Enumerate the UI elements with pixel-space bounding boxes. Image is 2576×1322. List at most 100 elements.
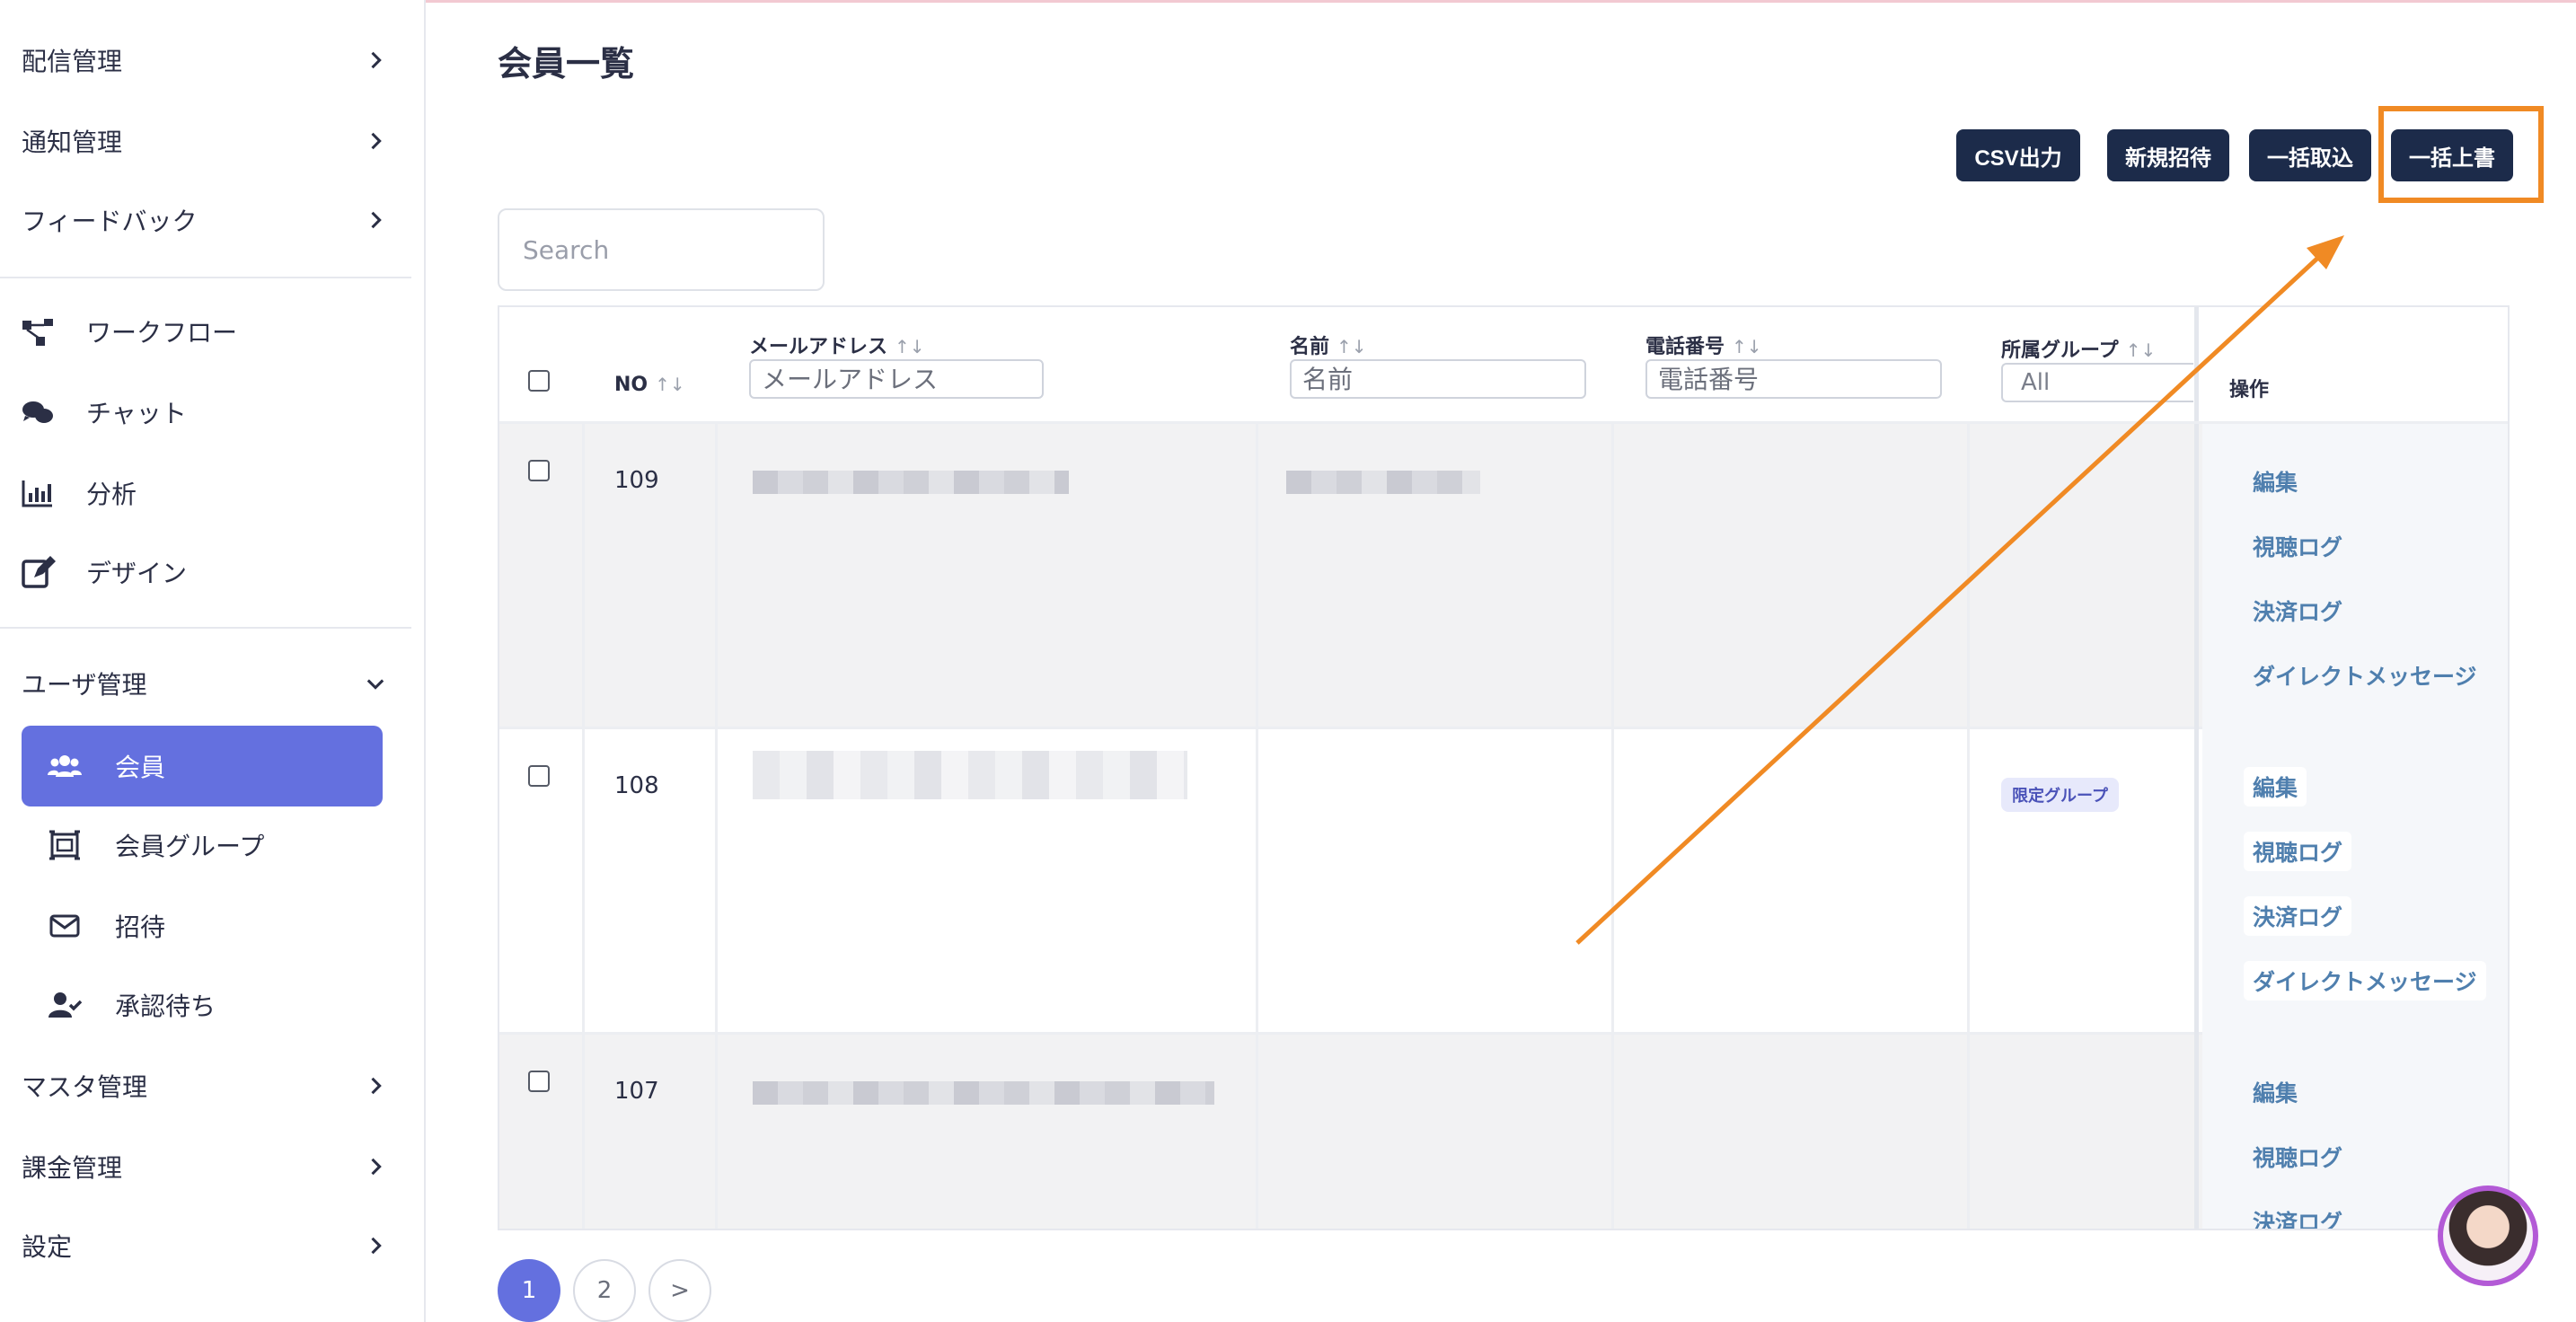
select-all-checkbox[interactable] bbox=[528, 370, 550, 392]
name-redacted bbox=[1286, 471, 1480, 494]
table-header: NO↑↓ メールアドレス↑↓ 名前↑↓ 電話番号↑↓ 所属グループ↑↓ All … bbox=[499, 307, 2508, 424]
highlight-box bbox=[2378, 106, 2544, 203]
sidebar-item-master[interactable]: マスタ管理 bbox=[0, 1047, 426, 1124]
sort-arrows-icon[interactable]: ↑↓ bbox=[1732, 336, 1762, 357]
sidebar-item-label: フィードバック bbox=[22, 207, 198, 236]
pagination-page-1[interactable]: 1 bbox=[498, 1259, 560, 1322]
row-no: 107 bbox=[614, 1078, 659, 1105]
sidebar-item-label: 配信管理 bbox=[22, 47, 123, 76]
column-divider bbox=[715, 307, 718, 1229]
sidebar-divider bbox=[0, 277, 411, 278]
sidebar-item-workflow[interactable]: ワークフロー bbox=[0, 293, 426, 370]
row-checkbox[interactable] bbox=[528, 765, 550, 787]
view-log-link[interactable]: 視聴ログ bbox=[2244, 1137, 2351, 1177]
sidebar-item-invite[interactable]: 招待 bbox=[0, 887, 426, 965]
new-invite-button[interactable]: 新規招待 bbox=[2107, 129, 2229, 181]
column-header-phone[interactable]: 電話番号 ↑↓ bbox=[1645, 330, 1762, 359]
sidebar-item-notification[interactable]: 通知管理 bbox=[0, 102, 426, 180]
payment-log-link[interactable]: 決済ログ bbox=[2244, 896, 2352, 936]
sidebar-item-label: 承認待ち bbox=[115, 992, 216, 1021]
chevron-down-icon bbox=[366, 679, 384, 690]
actions-header-cell bbox=[2202, 307, 2508, 421]
sidebar: 配信管理 通知管理 フィードバック ワークフロー チャット 分析 デザイン ユー… bbox=[0, 0, 426, 1322]
sidebar-item-member-groups[interactable]: 会員グループ bbox=[0, 806, 426, 884]
phone-filter-input[interactable] bbox=[1645, 359, 1942, 399]
edit-link[interactable]: 編集 bbox=[2244, 462, 2307, 501]
sort-arrows-icon[interactable]: ↑↓ bbox=[1337, 336, 1367, 357]
column-header-no[interactable]: NO ↑↓ bbox=[614, 374, 685, 396]
users-icon bbox=[48, 755, 82, 777]
sidebar-item-members[interactable]: 会員 bbox=[0, 727, 426, 805]
sticky-column-divider bbox=[2194, 307, 2199, 1229]
chat-icon bbox=[22, 401, 53, 423]
edit-link[interactable]: 編集 bbox=[2244, 767, 2307, 806]
chart-icon bbox=[22, 480, 52, 507]
bulk-import-button[interactable]: 一括取込 bbox=[2249, 129, 2371, 181]
csv-export-button[interactable]: CSV出力 bbox=[1956, 129, 2080, 181]
envelope-icon bbox=[49, 914, 80, 938]
row-checkbox[interactable] bbox=[528, 460, 550, 481]
pagination-page-2[interactable]: 2 bbox=[573, 1259, 636, 1322]
search-input[interactable] bbox=[498, 208, 825, 291]
sidebar-item-label: 会員 bbox=[115, 753, 166, 782]
sticky-column-divider bbox=[2194, 307, 2199, 421]
payment-log-link[interactable]: 決済ログ bbox=[2244, 591, 2351, 630]
sidebar-item-user-management[interactable]: ユーザ管理 bbox=[0, 645, 426, 722]
sort-arrows-icon[interactable]: ↑↓ bbox=[895, 336, 925, 357]
chevron-right-icon bbox=[371, 1158, 382, 1176]
user-check-icon bbox=[49, 992, 83, 1018]
column-header-email[interactable]: メールアドレス ↑↓ bbox=[749, 330, 925, 359]
sidebar-item-feedback[interactable]: フィードバック bbox=[0, 181, 426, 259]
payment-log-link[interactable]: 決済ログ bbox=[2244, 1202, 2351, 1229]
column-header-name[interactable]: 名前 ↑↓ bbox=[1290, 330, 1367, 359]
group-badge: 限定グループ bbox=[2001, 778, 2119, 812]
group-frame-icon bbox=[49, 830, 80, 860]
sidebar-divider bbox=[0, 627, 411, 629]
sidebar-item-chat[interactable]: チャット bbox=[0, 374, 426, 451]
row-no: 109 bbox=[614, 467, 659, 494]
column-divider bbox=[1256, 307, 1258, 1229]
chevron-right-icon bbox=[371, 1237, 382, 1255]
members-table: 109 108 限定グループ 107 NO↑↓ メールアドレス↑↓ 名前↑↓ 電… bbox=[498, 305, 2510, 1230]
sidebar-item-delivery[interactable]: 配信管理 bbox=[0, 22, 426, 99]
sidebar-item-pending-approval[interactable]: 承認待ち bbox=[0, 966, 426, 1044]
sidebar-item-analytics[interactable]: 分析 bbox=[0, 454, 426, 532]
sidebar-item-label: チャット bbox=[86, 399, 187, 428]
pagination-next[interactable]: > bbox=[648, 1259, 711, 1322]
page-title: 会員一覧 bbox=[498, 44, 635, 84]
column-divider bbox=[1967, 307, 1970, 1229]
workflow-icon bbox=[22, 319, 53, 346]
row-no: 108 bbox=[614, 772, 659, 799]
chevron-right-icon bbox=[371, 211, 382, 229]
sidebar-item-label: ワークフロー bbox=[86, 318, 238, 348]
row-checkbox[interactable] bbox=[528, 1071, 550, 1092]
column-header-group[interactable]: 所属グループ ↑↓ bbox=[2001, 334, 2156, 363]
view-log-link[interactable]: 視聴ログ bbox=[2244, 526, 2351, 566]
sidebar-item-label: 設定 bbox=[22, 1232, 73, 1262]
sidebar-item-settings[interactable]: 設定 bbox=[0, 1207, 426, 1284]
edit-link[interactable]: 編集 bbox=[2244, 1072, 2307, 1112]
support-avatar[interactable] bbox=[2438, 1185, 2538, 1286]
sidebar-item-design[interactable]: デザイン bbox=[0, 533, 426, 611]
sidebar-item-label: 招待 bbox=[115, 912, 166, 942]
email-filter-input[interactable] bbox=[749, 359, 1044, 399]
email-redacted bbox=[753, 471, 1069, 494]
sidebar-item-label: デザイン bbox=[86, 559, 188, 588]
sort-arrows-icon[interactable]: ↑↓ bbox=[2126, 339, 2157, 361]
sidebar-item-label: 通知管理 bbox=[22, 128, 123, 157]
direct-message-link[interactable]: ダイレクトメッセージ bbox=[2244, 656, 2486, 695]
column-divider bbox=[1611, 307, 1614, 1229]
email-redacted bbox=[753, 751, 1187, 799]
column-header-actions: 操作 bbox=[2229, 379, 2270, 401]
view-log-link[interactable]: 視聴ログ bbox=[2244, 832, 2352, 871]
sort-arrows-icon[interactable]: ↑↓ bbox=[655, 374, 685, 395]
chevron-right-icon bbox=[371, 51, 382, 69]
email-redacted bbox=[753, 1081, 1214, 1105]
direct-message-link[interactable]: ダイレクトメッセージ bbox=[2244, 961, 2486, 1000]
column-divider bbox=[582, 307, 585, 1229]
sidebar-item-billing[interactable]: 課金管理 bbox=[0, 1128, 426, 1205]
sidebar-item-label: マスタ管理 bbox=[22, 1072, 148, 1102]
sidebar-item-label: 会員グループ bbox=[115, 832, 265, 861]
group-filter-select[interactable]: All bbox=[2001, 363, 2193, 402]
name-filter-input[interactable] bbox=[1290, 359, 1586, 399]
